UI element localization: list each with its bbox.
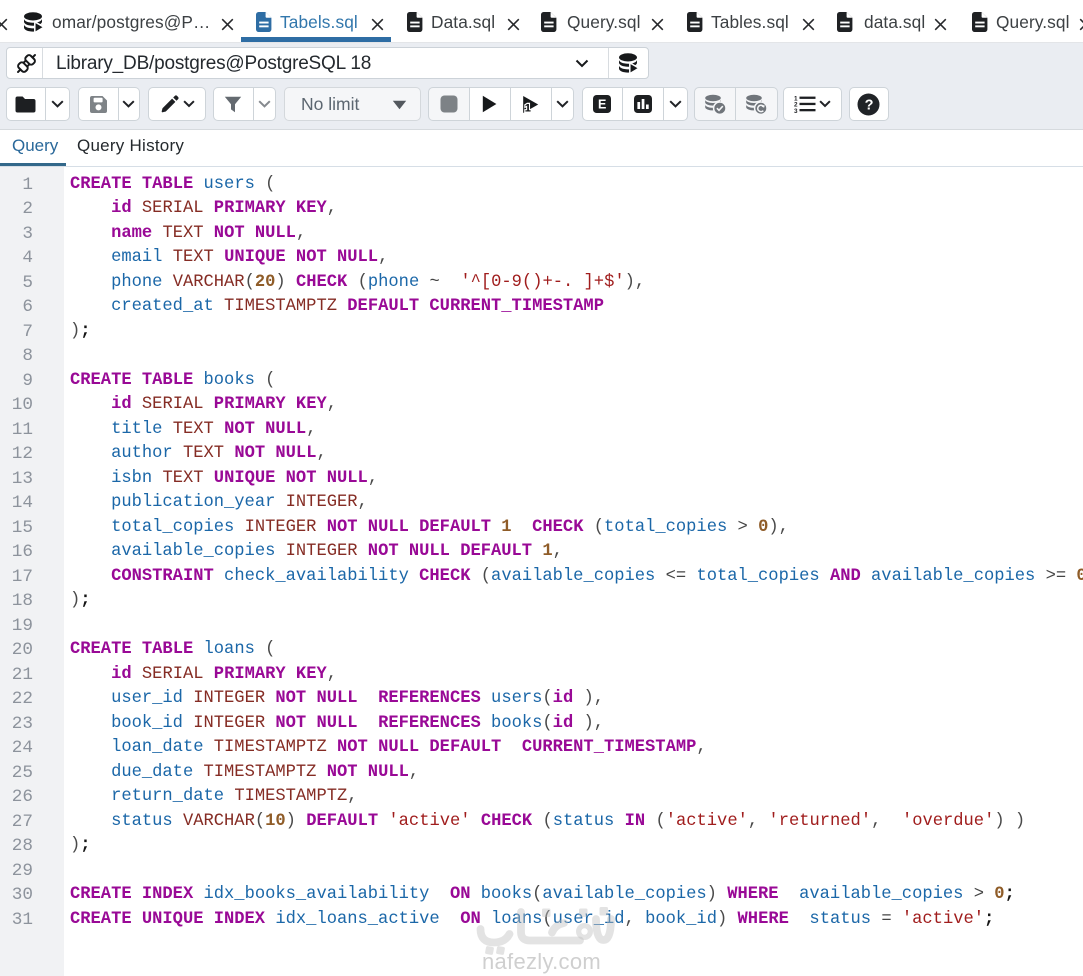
svg-text:1: 1 (525, 102, 531, 113)
svg-text:?: ? (865, 97, 874, 113)
svg-text:3: 3 (794, 108, 798, 113)
svg-text:E: E (598, 98, 606, 112)
